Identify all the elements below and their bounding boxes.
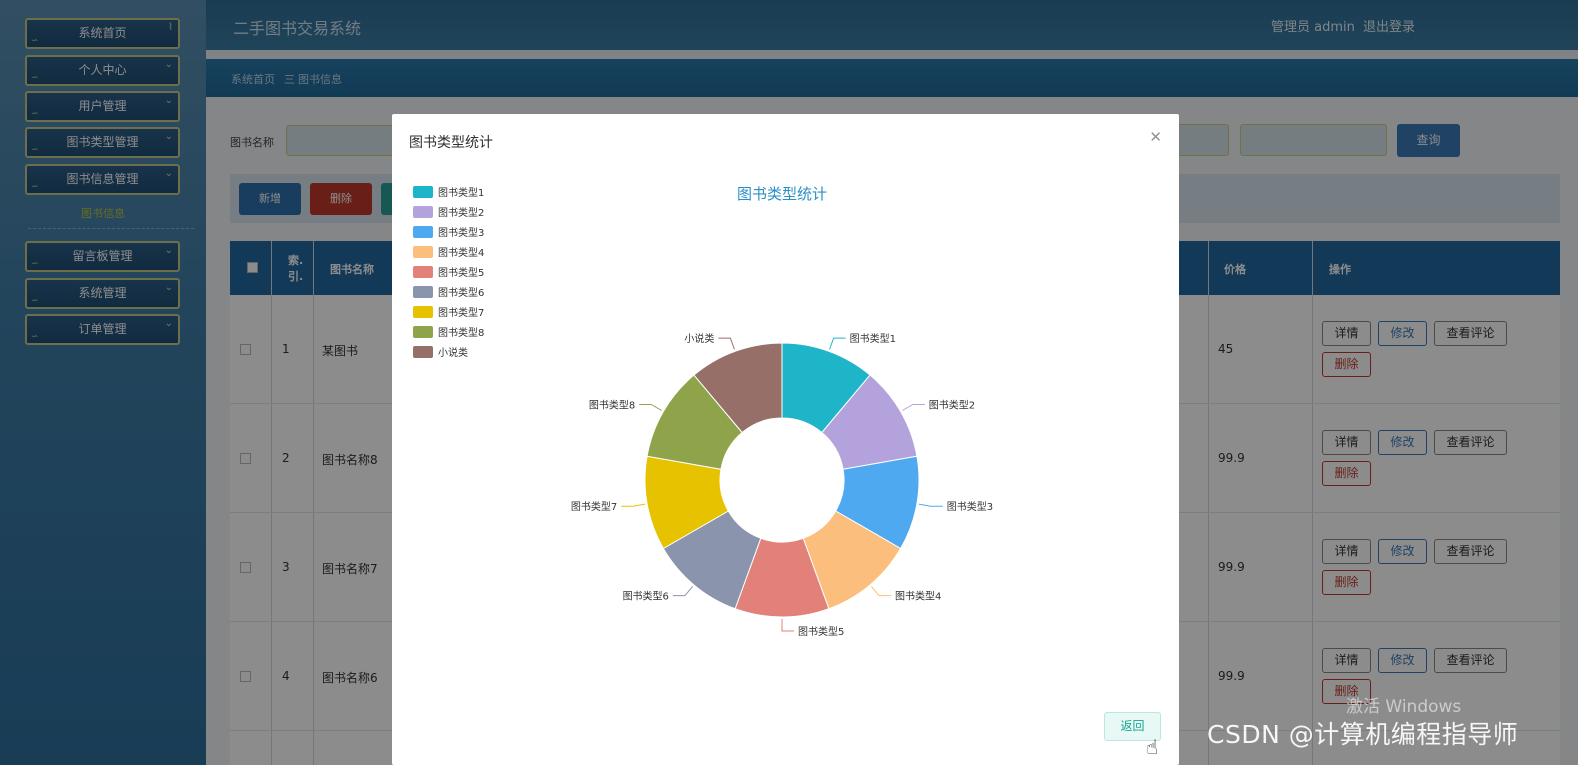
legend-label[interactable]: 图书类型6 — [438, 286, 484, 299]
legend-swatch[interactable] — [413, 286, 433, 298]
csdn-watermark: CSDN @计算机编程指导师 — [1207, 720, 1519, 749]
slice-label: 图书类型6 — [623, 590, 669, 603]
label-leader-line — [621, 503, 646, 507]
slice-label: 小说类 — [684, 332, 714, 345]
label-leader-line — [639, 404, 662, 411]
legend-swatch[interactable] — [413, 306, 433, 318]
windows-activation-text: 激活 Windows — [1346, 697, 1462, 717]
chart-dialog: 图书类型统计 ✕ 图书类型统计 图书类型1 图书类型2 图书类型3 图书类型4 图书类型… — [392, 114, 1179, 765]
legend-swatch[interactable] — [413, 186, 433, 198]
legend-label[interactable]: 图书类型4 — [438, 246, 484, 259]
slice-label: 图书类型3 — [947, 500, 993, 513]
slice-label: 图书类型7 — [571, 500, 617, 513]
hand-cursor-icon: ☝ — [1146, 735, 1159, 759]
label-leader-line — [870, 586, 892, 597]
label-leader-line — [902, 404, 925, 411]
slice-label: 图书类型4 — [895, 590, 941, 603]
legend-label[interactable]: 图书类型2 — [438, 206, 484, 219]
legend-swatch[interactable] — [413, 206, 433, 218]
pie-chart: 图书类型统计 图书类型1图书类型2图书类型3图书类型4图书类型5图书类型6图书类… — [413, 185, 993, 638]
legend-label[interactable]: 图书类型1 — [438, 186, 484, 199]
legend-label[interactable]: 图书类型3 — [438, 226, 484, 239]
label-leader-line — [918, 503, 943, 507]
chart-title: 图书类型统计 — [737, 185, 827, 203]
legend-label[interactable]: 图书类型7 — [438, 306, 484, 319]
label-leader-line — [781, 619, 794, 632]
chart-legend: 图书类型1 图书类型2 图书类型3 图书类型4 图书类型5 图书类型6 图书类型7 图书类型8… — [413, 186, 484, 359]
legend-swatch[interactable] — [413, 246, 433, 258]
slice-label: 图书类型5 — [798, 625, 844, 638]
legend-label[interactable]: 小说类 — [438, 346, 468, 359]
label-leader-line — [718, 337, 735, 350]
slice-label: 图书类型1 — [850, 332, 896, 345]
chart-container: 图书类型统计 图书类型1 图书类型2 图书类型3 图书类型4 图书类型5 图书类型6 图书类… — [392, 174, 1179, 694]
dialog-title: 图书类型统计 — [409, 135, 493, 151]
chart-slices — [644, 342, 920, 618]
close-icon[interactable]: ✕ — [1149, 128, 1162, 146]
legend-swatch[interactable] — [413, 346, 433, 358]
legend-swatch[interactable] — [413, 226, 433, 238]
legend-swatch[interactable] — [413, 266, 433, 278]
legend-swatch[interactable] — [413, 326, 433, 338]
legend-label[interactable]: 图书类型5 — [438, 266, 484, 279]
label-leader-line — [672, 586, 694, 597]
slice-label: 图书类型8 — [589, 399, 635, 412]
label-leader-line — [829, 337, 846, 350]
slice-label: 图书类型2 — [929, 399, 975, 412]
legend-label[interactable]: 图书类型8 — [438, 326, 484, 339]
